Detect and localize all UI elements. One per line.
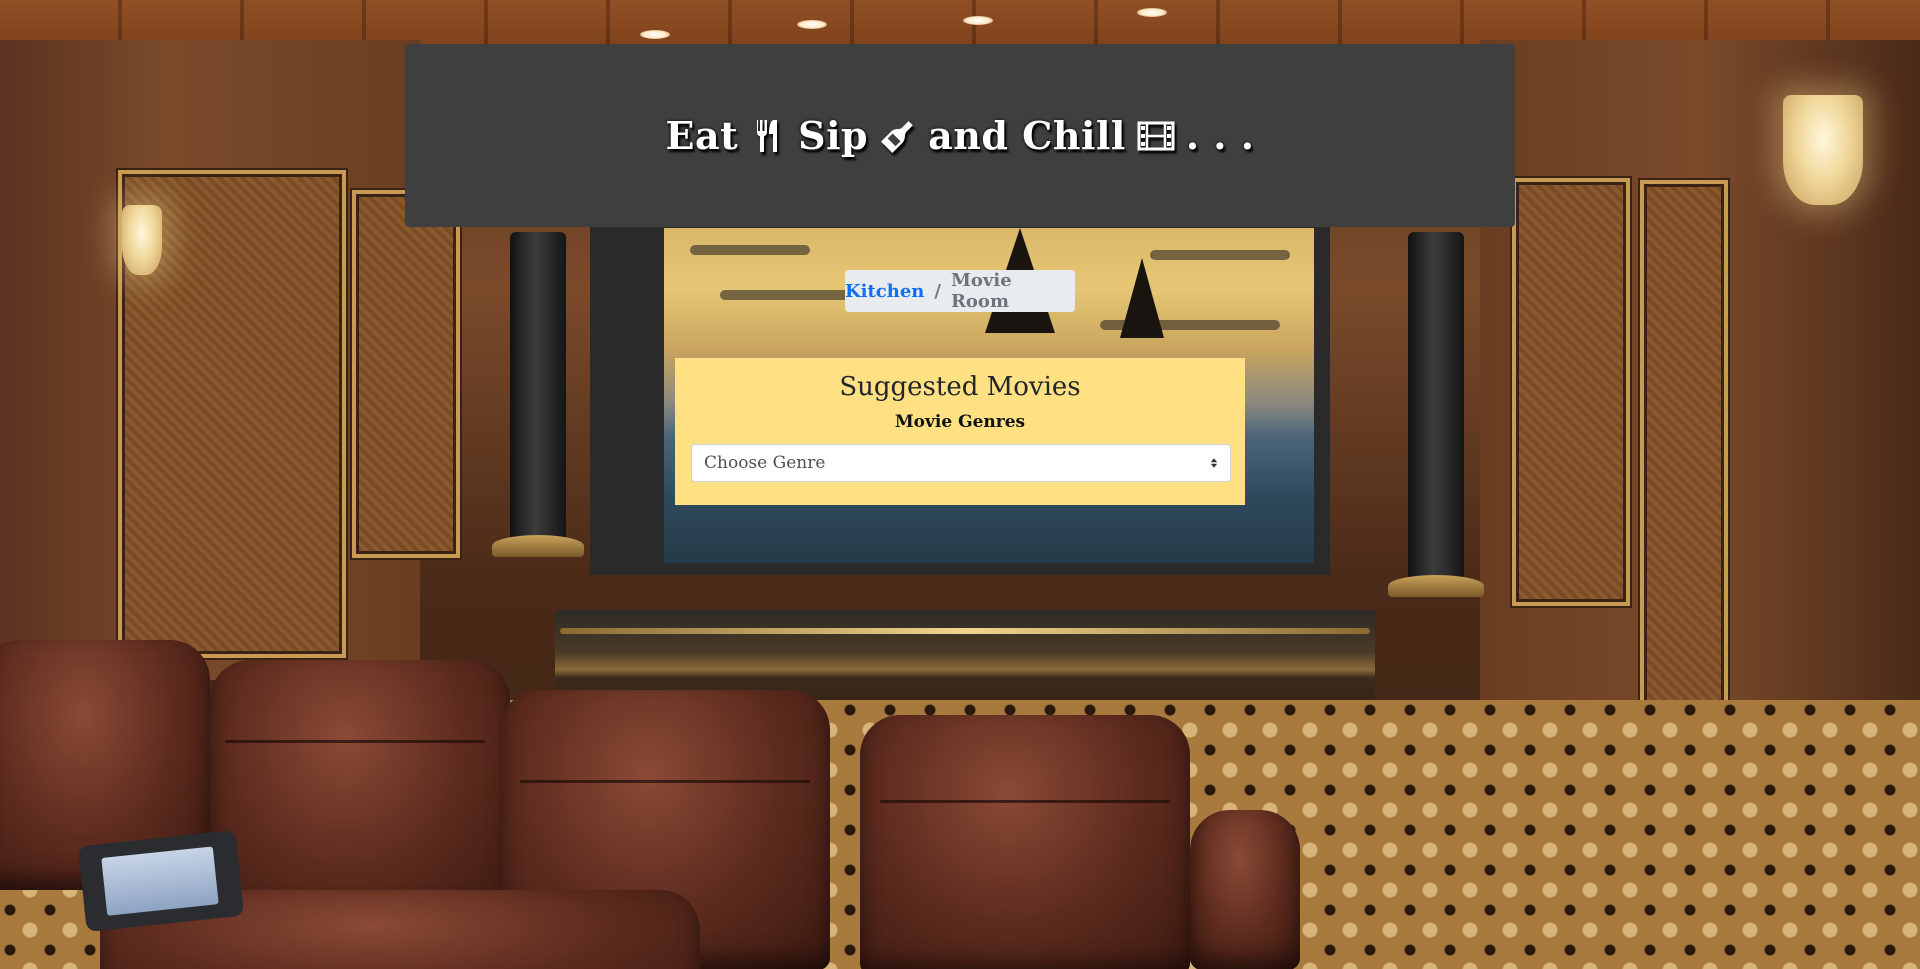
site-header: Eat Sip and Chill . . . — [405, 44, 1515, 227]
wine-bottle-icon — [878, 116, 918, 156]
pillar — [510, 232, 566, 552]
ship-sail — [1120, 258, 1164, 338]
chair-seam — [880, 800, 1170, 803]
wall-panel — [1640, 180, 1728, 748]
stage-trim — [560, 628, 1370, 634]
screen-cloud — [690, 245, 810, 255]
breadcrumb-current-movie-room: Movie Room — [950, 270, 1012, 312]
genre-select-value: Choose Genre — [704, 453, 826, 474]
select-arrows-icon — [1210, 457, 1218, 469]
site-title: Eat Sip and Chill . . . — [666, 113, 1255, 158]
pillar-base — [1388, 575, 1484, 597]
ceiling-light — [797, 20, 827, 29]
title-and-chill: and Chill — [928, 113, 1126, 158]
ceiling-light — [640, 30, 670, 39]
pillar-base — [492, 535, 584, 557]
pillar — [1408, 232, 1464, 582]
breadcrumb-separator: / — [934, 280, 941, 302]
wall-sconce — [1783, 95, 1863, 205]
chair-armrest — [1190, 810, 1300, 969]
fork-knife-icon — [748, 116, 788, 156]
breadcrumb-kitchen-link[interactable]: Kitchen — [845, 281, 924, 302]
wall-sconce — [122, 205, 162, 275]
wall-panel — [1512, 178, 1630, 606]
card-title: Suggested Movies — [839, 372, 1081, 402]
genre-select[interactable]: Choose Genre — [691, 444, 1231, 483]
title-eat: Eat — [665, 113, 739, 158]
title-sip: Sip — [798, 113, 869, 158]
ceiling-light — [963, 16, 993, 25]
wall-panel — [352, 190, 460, 558]
film-icon — [1136, 116, 1176, 156]
suggested-movies-card: Suggested Movies Movie Genres Choose Gen… — [675, 358, 1245, 505]
breadcrumb: Kitchen / Movie Room — [845, 270, 1075, 312]
screen-cloud — [1150, 250, 1290, 260]
theater-chair — [860, 715, 1190, 969]
ceiling-light — [1137, 8, 1167, 17]
genre-label: Movie Genres — [894, 412, 1026, 433]
chair-seam — [225, 740, 485, 743]
title-ellipsis: . . . — [1185, 113, 1255, 158]
remote-screen — [101, 846, 219, 916]
remote-control — [77, 829, 245, 933]
theater-chair — [210, 660, 510, 920]
chair-seam — [520, 780, 810, 783]
